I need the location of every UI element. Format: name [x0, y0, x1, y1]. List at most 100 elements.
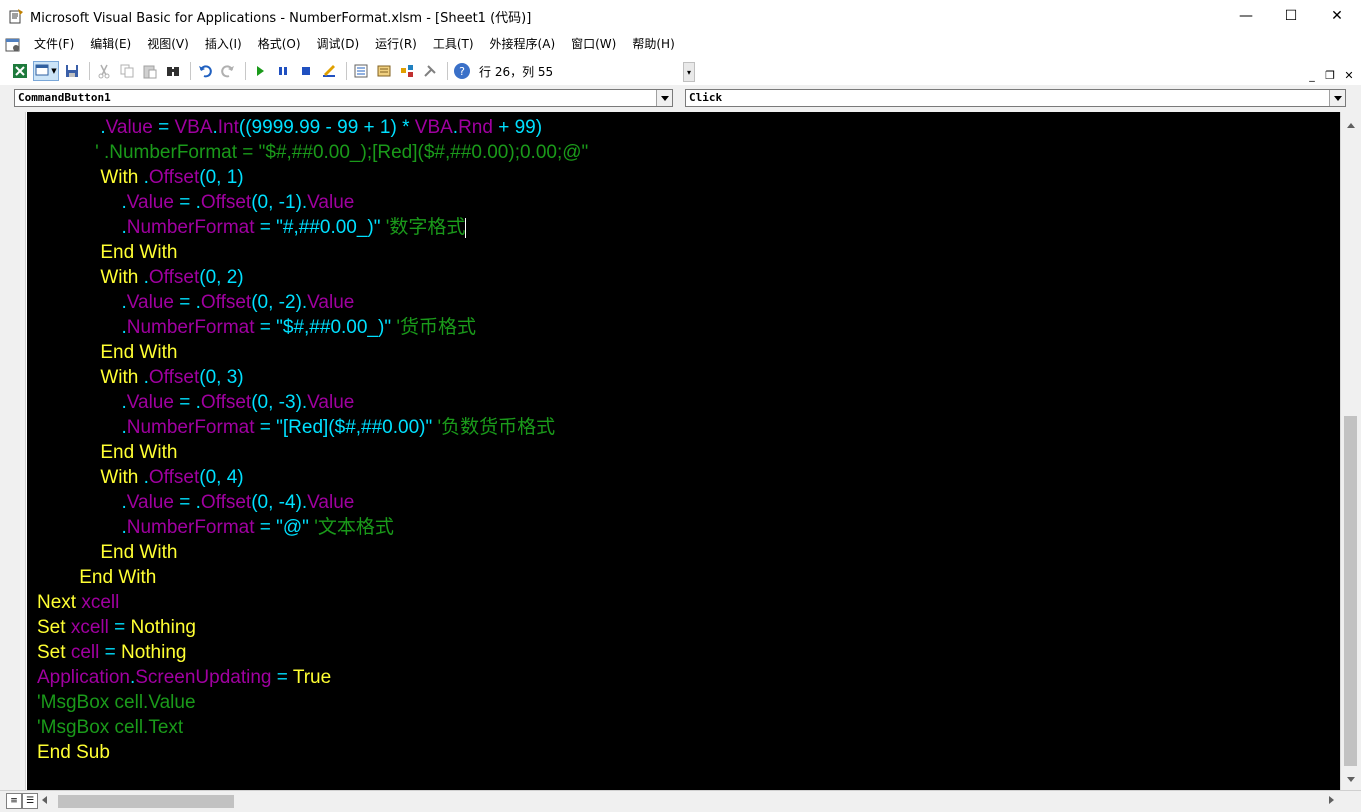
code-window-icon[interactable]: [0, 32, 26, 57]
code-line[interactable]: 'MsgBox cell.Value: [37, 690, 196, 715]
project-explorer-button[interactable]: [351, 61, 371, 81]
mdi-restore-button[interactable]: ❐: [1322, 68, 1338, 84]
toolbar-options-button[interactable]: ▾: [683, 62, 695, 82]
properties-icon: [377, 65, 391, 77]
object-browser-button[interactable]: [397, 61, 417, 81]
scroll-left-button[interactable]: [42, 796, 47, 804]
cut-button[interactable]: [94, 61, 114, 81]
scroll-down-button[interactable]: [1344, 772, 1358, 786]
run-button[interactable]: [250, 61, 270, 81]
code-line[interactable]: Application.ScreenUpdating = True: [37, 665, 331, 690]
code-line[interactable]: Set xcell = Nothing: [37, 615, 196, 640]
vertical-scrollbar[interactable]: [1340, 112, 1361, 790]
code-line[interactable]: ' .NumberFormat = "$#,##0.00_);[Red]($#,…: [37, 140, 588, 165]
mdi-minimize-button[interactable]: _: [1304, 68, 1320, 84]
procedure-combo[interactable]: Click: [685, 89, 1346, 107]
properties-button[interactable]: [374, 61, 394, 81]
code-line[interactable]: With .Offset(0, 2): [37, 265, 243, 290]
maximize-button[interactable]: ☐: [1268, 0, 1314, 32]
code-line[interactable]: With .Offset(0, 1): [37, 165, 243, 190]
code-line[interactable]: .NumberFormat = "$#,##0.00_)" '货币格式: [37, 315, 476, 340]
menu-run[interactable]: 运行(R): [367, 32, 425, 57]
menu-edit[interactable]: 编辑(E): [82, 32, 139, 57]
code-line[interactable]: End With: [37, 565, 156, 590]
vertical-scroll-thumb[interactable]: [1344, 416, 1357, 766]
scroll-right-button[interactable]: [1329, 796, 1334, 804]
view-excel-button[interactable]: [10, 61, 30, 81]
horizontal-scroll-thumb[interactable]: [58, 795, 234, 808]
code-line[interactable]: .Value = VBA.Int((9999.99 - 99 + 1) * VB…: [37, 115, 542, 140]
menu-window[interactable]: 窗口(W): [563, 32, 624, 57]
menu-format[interactable]: 格式(O): [250, 32, 309, 57]
code-token: Int: [217, 117, 239, 138]
menu-file[interactable]: 文件(F): [26, 32, 82, 57]
code-line[interactable]: .NumberFormat = "[Red]($#,##0.00)" '负数货币…: [37, 415, 555, 440]
full-module-view-icon: ☰: [25, 796, 35, 806]
code-line[interactable]: End With: [37, 440, 177, 465]
code-line[interactable]: 'MsgBox cell.Text: [37, 715, 183, 740]
minimize-button[interactable]: —: [1223, 0, 1269, 32]
toolbar-separator: [447, 62, 448, 80]
margin-indicator-bar[interactable]: [0, 112, 26, 790]
close-button[interactable]: ✕: [1314, 0, 1360, 32]
code-editor[interactable]: .Value = VBA.Int((9999.99 - 99 + 1) * VB…: [27, 112, 1340, 790]
menu-addins[interactable]: 外接程序(A): [482, 32, 564, 57]
insert-userform-button[interactable]: ▼: [33, 61, 59, 81]
save-button[interactable]: [62, 61, 82, 81]
vba-app-icon[interactable]: [8, 8, 24, 24]
redo-icon: [221, 65, 234, 78]
code-token: Value: [307, 392, 355, 413]
toolbox-button[interactable]: [420, 61, 440, 81]
code-line[interactable]: With .Offset(0, 3): [37, 365, 243, 390]
code-line[interactable]: End With: [37, 240, 177, 265]
code-line[interactable]: End With: [37, 540, 177, 565]
code-line[interactable]: Set cell = Nothing: [37, 640, 186, 665]
window-title: Microsoft Visual Basic for Applications …: [30, 10, 532, 26]
code-line[interactable]: End With: [37, 340, 177, 365]
code-token: Value: [126, 292, 174, 313]
code-token: NumberFormat: [126, 217, 255, 238]
code-line[interactable]: .NumberFormat = "@" '文本格式: [37, 515, 393, 540]
mdi-close-button[interactable]: ✕: [1341, 68, 1357, 84]
code-token: Offset: [200, 392, 252, 413]
find-button[interactable]: [163, 61, 183, 81]
object-combo-dropdown[interactable]: [656, 90, 672, 106]
design-mode-button[interactable]: [319, 61, 339, 81]
procedure-combo-dropdown[interactable]: [1329, 90, 1345, 106]
toolbar-separator: [89, 62, 90, 80]
code-token: Offset: [148, 267, 200, 288]
code-line[interactable]: Next xcell: [37, 590, 119, 615]
code-line[interactable]: .Value = .Offset(0, -4).Value: [37, 490, 354, 515]
code-line[interactable]: .NumberFormat = "#,##0.00_)" '数字格式: [37, 215, 467, 240]
vba-editor-window: Microsoft Visual Basic for Applications …: [0, 0, 1361, 812]
code-line[interactable]: End Sub: [37, 740, 110, 765]
procedure-view-button[interactable]: ≡: [6, 793, 22, 809]
menu-insert[interactable]: 插入(I): [197, 32, 250, 57]
reset-button[interactable]: [296, 61, 316, 81]
menu-tools[interactable]: 工具(T): [425, 32, 482, 57]
break-button[interactable]: [273, 61, 293, 81]
full-module-view-button[interactable]: ☰: [22, 793, 38, 809]
code-line[interactable]: With .Offset(0, 4): [37, 465, 243, 490]
toolbar-separator: [190, 62, 191, 80]
code-line[interactable]: .Value = .Offset(0, -1).Value: [37, 190, 354, 215]
object-combo[interactable]: CommandButton1: [14, 89, 673, 107]
procedure-view-icon: ≡: [10, 796, 18, 806]
redo-button[interactable]: [218, 61, 238, 81]
menu-view[interactable]: 视图(V): [139, 32, 197, 57]
code-token: End Sub: [37, 742, 110, 763]
scroll-up-button[interactable]: [1344, 118, 1358, 132]
excel-icon: [13, 64, 27, 78]
menu-help[interactable]: 帮助(H): [624, 32, 682, 57]
procedure-combo-value: Click: [689, 91, 723, 104]
code-line[interactable]: .Value = .Offset(0, -2).Value: [37, 290, 354, 315]
menu-debug[interactable]: 调试(D): [309, 32, 368, 57]
help-button[interactable]: ?: [452, 61, 472, 81]
copy-button[interactable]: [117, 61, 137, 81]
paste-button[interactable]: [140, 61, 160, 81]
code-token: Offset: [200, 192, 252, 213]
code-token: = .: [173, 492, 201, 513]
code-line[interactable]: .Value = .Offset(0, -3).Value: [37, 390, 354, 415]
code-token: .: [37, 317, 127, 338]
undo-button[interactable]: [195, 61, 215, 81]
